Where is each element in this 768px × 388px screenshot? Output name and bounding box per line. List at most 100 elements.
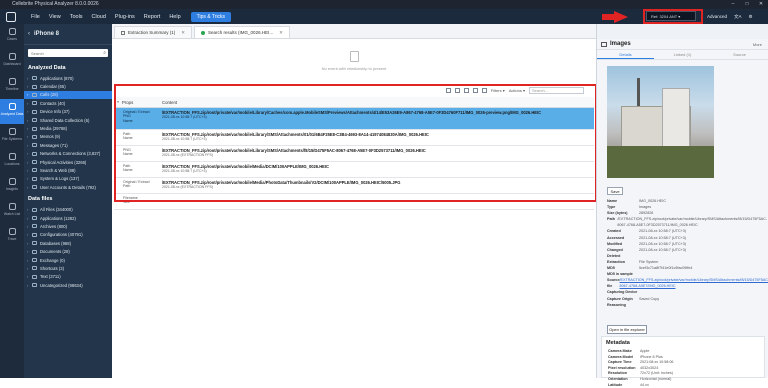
rail-cases[interactable]: Cases: [0, 24, 24, 49]
close-icon[interactable]: ✕: [754, 0, 768, 9]
analyzed-item[interactable]: › Contacts (40): [24, 99, 112, 107]
menu-right: Advanced 文A ⚙: [707, 14, 753, 20]
file-category-label: Text (3711): [40, 274, 61, 280]
folder-icon: [32, 216, 37, 221]
folder-icon: [32, 283, 37, 288]
file-category-item[interactable]: › Archives (800): [24, 222, 112, 230]
settings-icon[interactable]: ⚙: [749, 14, 753, 20]
menu-view[interactable]: View: [49, 14, 61, 20]
folder-icon: [32, 224, 37, 229]
property-value: Saved Copy: [639, 296, 660, 301]
analyzed-item[interactable]: › Search & Web (88): [24, 166, 112, 174]
file-category-item[interactable]: › Shortcuts (3): [24, 264, 112, 272]
category-icon: [32, 185, 37, 190]
close-icon[interactable]: ✕: [181, 30, 185, 36]
file-category-item[interactable]: › Documents (28): [24, 247, 112, 255]
more-button[interactable]: More: [753, 42, 762, 47]
left-search-input[interactable]: [28, 49, 88, 57]
analyzed-item[interactable]: › Device Info (37): [24, 108, 112, 116]
file-category-label: All Files (344000): [40, 207, 73, 213]
back-icon[interactable]: ‹: [28, 31, 30, 37]
file-category-item[interactable]: › Configurations (40791): [24, 231, 112, 239]
analyzed-item[interactable]: › Memos (9): [24, 133, 112, 141]
rail-watch-list-label: Watch List: [3, 212, 21, 216]
rail-locations[interactable]: Locations: [0, 149, 24, 174]
rail-trace[interactable]: Trace: [0, 224, 24, 249]
close-icon[interactable]: ✕: [279, 30, 283, 36]
folder-icon: [32, 266, 37, 271]
file-category-item[interactable]: › Databases (968): [24, 239, 112, 247]
file-systems-icon: [8, 128, 16, 135]
category-icon: [32, 76, 37, 81]
save-button[interactable]: Save: [607, 187, 623, 195]
menu-cloud[interactable]: Cloud: [92, 14, 106, 20]
annotation-box-extraction: [643, 9, 703, 24]
menu-help[interactable]: Help: [169, 14, 180, 20]
rail-insights-label: Insights: [5, 187, 19, 191]
property-value[interactable]: /EXTRACTION_FFS.zip/root/private/var/mob…: [620, 277, 768, 289]
document-icon: [349, 51, 359, 62]
left-rail: Cases Dashboard Timeline Analyzed Data F…: [0, 24, 24, 378]
analyzed-item[interactable]: › Media (29768): [24, 124, 112, 132]
category-icon: [32, 176, 37, 181]
subtab-linked[interactable]: Linked (1): [654, 50, 711, 59]
preview-trees: [607, 146, 714, 178]
menu-tools[interactable]: Tools: [70, 14, 83, 20]
analyzed-item[interactable]: › Networks & Connections (3,827): [24, 150, 112, 158]
file-category-label: Configurations (40791): [40, 232, 83, 238]
timeline-icon: [8, 78, 16, 85]
tab-search-results[interactable]: Search results (IMG_0026.HEI... ✕: [194, 26, 290, 38]
subtab-details[interactable]: Details: [597, 50, 654, 59]
properties-list: Name IMG_0026.HEIC Type Images Size (bytes) 2…: [607, 198, 768, 308]
tab-extraction-summary[interactable]: Extraction Summary (1) ✕: [114, 26, 193, 38]
detail-subtabs: Details Linked (1) Source: [597, 50, 768, 60]
subtab-source[interactable]: Source: [711, 50, 768, 59]
menu-plugins[interactable]: Plug-ins: [115, 14, 135, 20]
advanced-link[interactable]: Advanced: [707, 14, 727, 20]
file-category-item[interactable]: › Text (3711): [24, 273, 112, 281]
analyzed-item[interactable]: › Shared Data Collection (6): [24, 116, 112, 124]
preview-tower: [662, 88, 690, 150]
locations-icon: [8, 153, 16, 160]
minimize-icon[interactable]: –: [726, 0, 740, 9]
analyzed-item-label: Device Info (37): [40, 109, 70, 115]
analyzed-item[interactable]: › Calendar (65): [24, 82, 112, 90]
data-files-list: › All Files (344000) › Applications (1282) ›…: [24, 205, 112, 289]
menu-report[interactable]: Report: [144, 14, 161, 20]
analyzed-item[interactable]: › Applications (870): [24, 74, 112, 82]
menu-file[interactable]: File: [31, 14, 40, 20]
image-preview[interactable]: [607, 66, 714, 178]
rail-insights[interactable]: Insights: [0, 174, 24, 199]
rail-file-systems[interactable]: File Systems: [0, 124, 24, 149]
folder-icon: [32, 274, 37, 279]
tips-button[interactable]: Tips & Tricks: [190, 11, 232, 22]
analyzed-data-list: › Applications (870) › Calendar (65) › Calls …: [24, 74, 112, 191]
file-category-item[interactable]: › Uncategorized (98634): [24, 281, 112, 289]
annotation-arrow: [602, 11, 628, 23]
maximize-icon[interactable]: □: [740, 0, 754, 9]
dashboard-icon: [8, 53, 16, 60]
rail-dashboard[interactable]: Dashboard: [0, 49, 24, 74]
analyzed-item[interactable]: › User Accounts & Details (792): [24, 183, 112, 191]
category-icon: [32, 160, 37, 165]
rail-watch-list[interactable]: Watch List: [0, 199, 24, 224]
translate-icon[interactable]: 文A: [734, 14, 742, 20]
analyzed-item[interactable]: › Physical Activities (3266): [24, 158, 112, 166]
analyzed-item[interactable]: › Calls (28): [24, 90, 112, 100]
file-category-item[interactable]: › Applications (1282): [24, 214, 112, 222]
file-category-item[interactable]: › Exchange (0): [24, 256, 112, 264]
analyzed-item[interactable]: › System & Logs (137): [24, 175, 112, 183]
rail-analyzed-data[interactable]: Analyzed Data: [0, 99, 24, 124]
image-icon: [601, 41, 607, 47]
open-file-explorer-button[interactable]: Open in file explorer: [607, 325, 647, 334]
folder-icon: [32, 232, 37, 237]
folder-icon: [32, 249, 37, 254]
category-icon: [32, 143, 37, 148]
category-icon: [32, 151, 37, 156]
empty-state: No event with relationship to present: [112, 39, 596, 83]
metadata-list: Camera Make Apple Camera Model iPhone 8 Plu…: [602, 349, 764, 388]
search-icon[interactable]: ⌕: [103, 49, 106, 57]
analyzed-item[interactable]: › Messages (71): [24, 141, 112, 149]
file-category-item[interactable]: › All Files (344000): [24, 205, 112, 213]
rail-timeline[interactable]: Timeline: [0, 74, 24, 99]
